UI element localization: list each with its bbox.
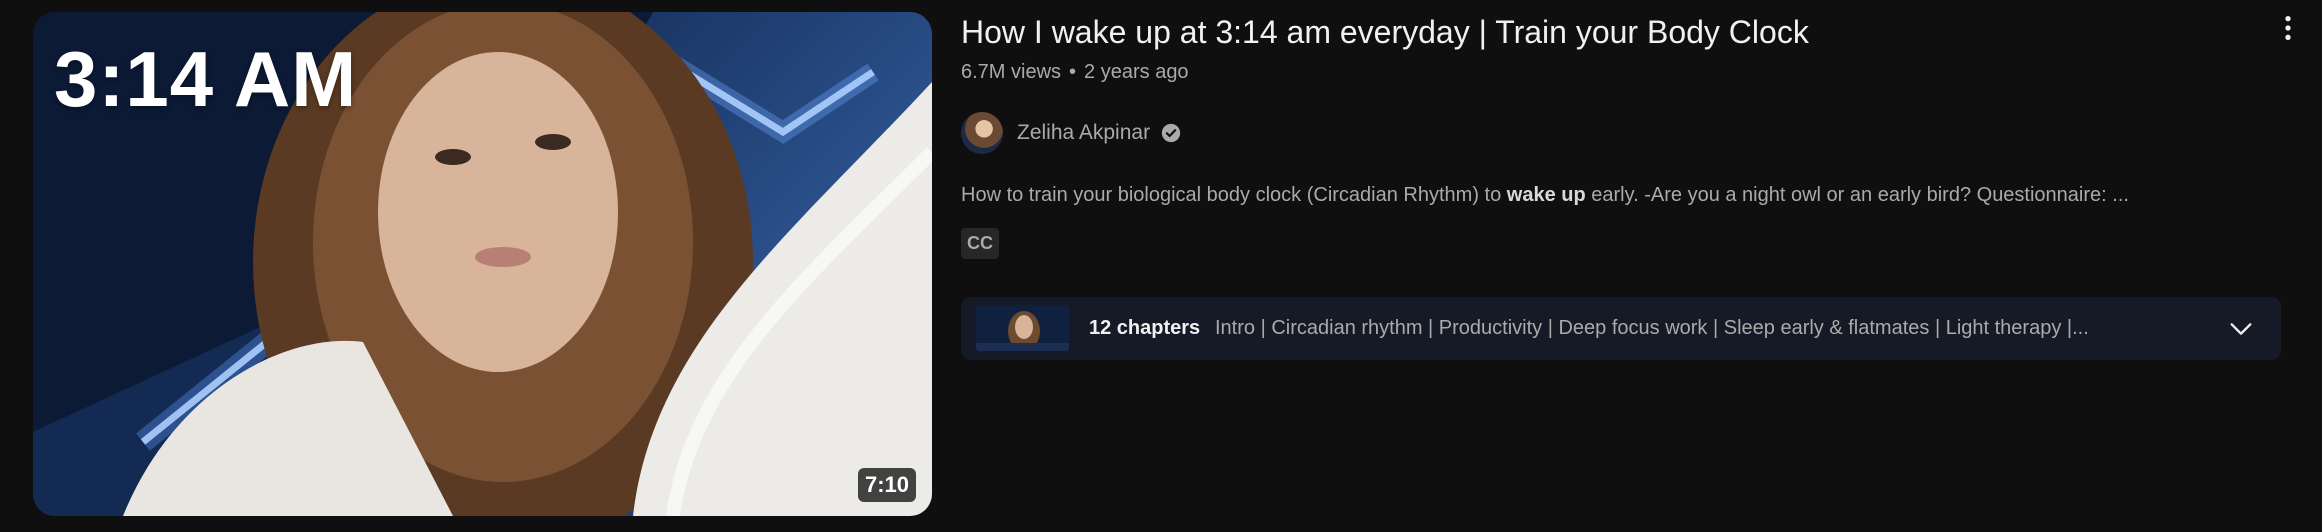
channel-avatar[interactable] bbox=[961, 112, 1003, 154]
video-metadata: 6.7M views • 2 years ago bbox=[961, 61, 1189, 84]
video-search-result: 3:14 AM 7:10 How I wake up at 3:14 am ev… bbox=[0, 0, 2322, 532]
closed-captions-badge: CC bbox=[961, 228, 999, 259]
chapter-count: 12 chapters bbox=[1089, 317, 1201, 339]
channel-link[interactable]: Zeliha Akpinar bbox=[961, 112, 1182, 154]
description-highlight: wake up bbox=[1506, 184, 1586, 206]
video-description-snippet: How to train your biological body clock … bbox=[961, 184, 2129, 207]
description-text-end: early. -Are you a night owl or an early … bbox=[1585, 184, 2129, 206]
thumbnail-overlay-text: 3:14 AM bbox=[54, 35, 358, 123]
video-thumbnail[interactable]: 3:14 AM 7:10 bbox=[33, 12, 932, 516]
view-count: 6.7M views bbox=[961, 61, 1062, 83]
channel-name[interactable]: Zeliha Akpinar bbox=[1017, 121, 1150, 145]
video-duration-badge: 7:10 bbox=[857, 468, 916, 502]
upload-age: 2 years ago bbox=[1084, 61, 1189, 83]
kebab-menu-icon[interactable] bbox=[2272, 12, 2304, 44]
chapter-list: Intro | Circadian rhythm | Productivity … bbox=[1215, 317, 2089, 339]
verified-check-icon bbox=[1161, 123, 1181, 143]
chevron-down-icon[interactable] bbox=[2227, 315, 2255, 343]
meta-separator: • bbox=[1069, 61, 1077, 83]
chapter-thumbnail bbox=[976, 305, 1069, 351]
description-text-start: How to train your biological body clock … bbox=[961, 184, 1507, 206]
video-title[interactable]: How I wake up at 3:14 am everyday | Trai… bbox=[961, 14, 1809, 51]
chapters-panel[interactable]: 12 chapters Intro | Circadian rhythm | P… bbox=[961, 297, 2281, 360]
